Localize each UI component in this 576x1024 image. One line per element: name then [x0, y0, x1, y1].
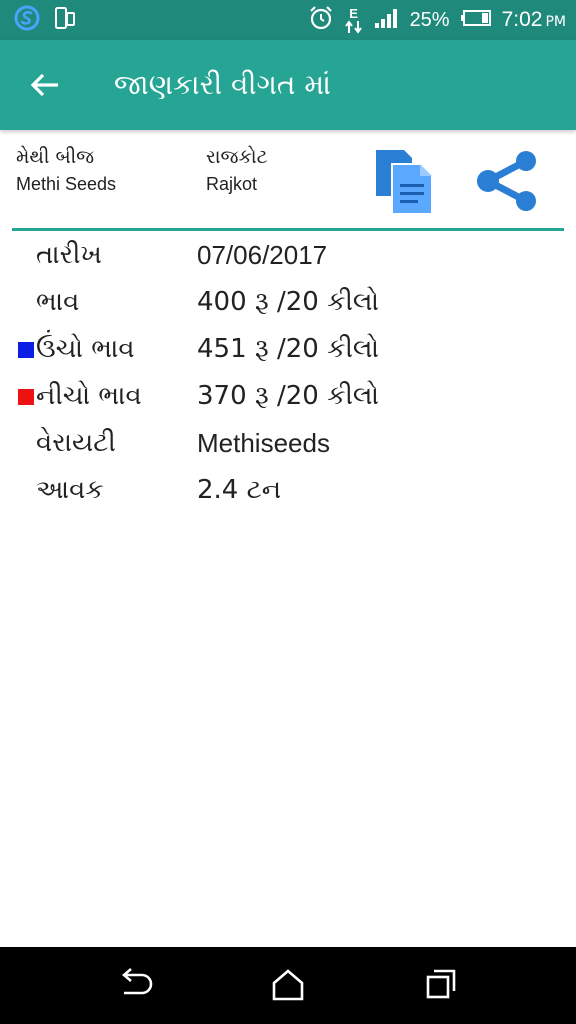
detail-row-high-price: ઉંચો ભાવ 451 રૂ /20 કીલો: [0, 326, 576, 373]
time-text: 7:02: [501, 8, 543, 31]
date-label: તારીખ: [36, 240, 102, 270]
variety-value: Methiseeds: [197, 428, 330, 458]
arrival-label: આવક: [36, 475, 104, 505]
nav-recents-button[interactable]: [422, 967, 462, 1003]
commodity-header: મેથી બીજ Methi Seeds રાજકોટ Rajkot: [0, 140, 576, 230]
battery-icon: [460, 9, 492, 31]
app-bar: જાણકારી વીગત માં: [0, 40, 576, 130]
nav-home-button[interactable]: [268, 967, 308, 1003]
price-details: તારીખ 07/06/2017 ભાવ 400 રૂ /20 કીલો ઉંચ…: [0, 232, 576, 514]
commodity-name-gu: મેથી બીજ: [16, 146, 95, 168]
market-name-gu: રાજકોટ: [206, 146, 268, 168]
status-right-group: E 25% 7:02 PM: [308, 5, 576, 35]
nav-back-icon: [122, 968, 153, 995]
nav-back-button[interactable]: [116, 967, 156, 1003]
detail-row-date: તારીખ 07/06/2017: [0, 232, 576, 279]
back-button[interactable]: [0, 40, 90, 130]
detail-row-variety: વેરાયટી Methiseeds: [0, 420, 576, 467]
share-icon: [477, 151, 536, 211]
nav-recents-icon: [426, 969, 456, 999]
network-type: E: [349, 5, 358, 21]
high-price-label: ઉંચો ભાવ: [36, 334, 135, 364]
detail-row-low-price: નીચો ભાવ 370 રૂ /20 કીલો: [0, 373, 576, 420]
arrival-value: 2.4 ટન: [197, 475, 282, 505]
phone-icon: [54, 6, 76, 34]
copy-button[interactable]: [370, 146, 440, 218]
low-price-value: 370 રૂ /20 કીલો: [197, 381, 380, 411]
battery-percent: 25%: [409, 8, 450, 31]
signal-icon: [374, 7, 400, 33]
navigation-bar: [0, 947, 576, 1024]
market-info: રાજકોટ Rajkot: [206, 146, 268, 195]
s-app-icon: [14, 5, 40, 35]
page-title: જાણકારી વીગત માં: [114, 68, 332, 101]
alarm-icon: [308, 5, 334, 35]
price-label: ભાવ: [36, 287, 80, 317]
detail-row-arrival: આવક 2.4 ટન: [0, 467, 576, 514]
detail-row-price: ભાવ 400 રૂ /20 કીલો: [0, 279, 576, 326]
status-left-group: [0, 5, 76, 35]
status-bar: E 25% 7:02 PM: [0, 0, 576, 40]
header-divider: [12, 228, 564, 231]
copy-icon: [376, 150, 433, 215]
high-price-marker: [18, 341, 34, 358]
low-price-marker: [18, 388, 34, 405]
arrow-left-icon: [30, 73, 58, 97]
variety-label: વેરાયટી: [36, 428, 116, 458]
date-value: 07/06/2017: [197, 240, 328, 270]
ampm-text: PM: [545, 14, 566, 30]
low-price-label: નીચો ભાવ: [36, 381, 142, 411]
commodity-info: મેથી બીજ Methi Seeds: [16, 146, 116, 195]
clock: 7:02 PM: [502, 8, 566, 32]
commodity-name-en: Methi Seeds: [16, 174, 117, 194]
data-arrows-icon: E: [344, 7, 364, 34]
nav-home-icon: [272, 969, 304, 1001]
share-button[interactable]: [472, 150, 548, 216]
price-value: 400 રૂ /20 કીલો: [197, 287, 380, 317]
market-name-en: Rajkot: [206, 174, 258, 194]
high-price-value: 451 રૂ /20 કીલો: [197, 334, 380, 364]
